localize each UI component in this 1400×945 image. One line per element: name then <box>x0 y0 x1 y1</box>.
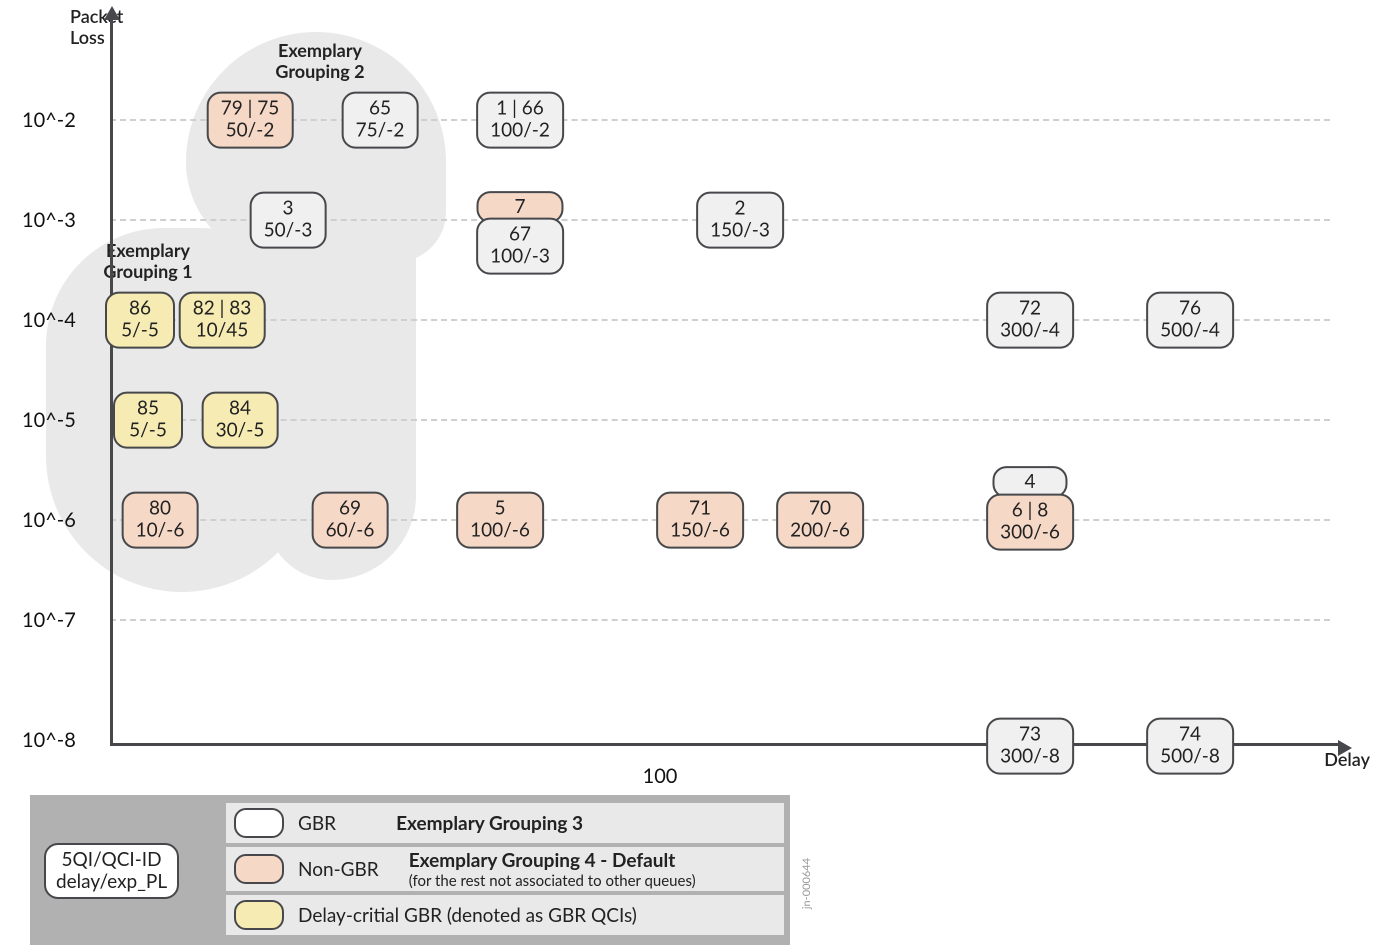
legend-row-nongbr: Non-GBR Exemplary Grouping 4 - Default (… <box>226 847 784 891</box>
node-67: 67100/-3 <box>476 218 564 275</box>
y-tick-label: 10^-6 <box>22 508 66 532</box>
y-axis-arrow-icon <box>104 6 120 20</box>
node-74: 74500/-8 <box>1146 718 1234 775</box>
y-tick-label: 10^-4 <box>22 308 66 332</box>
x-tick-label: 100 <box>643 764 678 788</box>
node-76: 76500/-4 <box>1146 292 1234 349</box>
gridline <box>110 419 1330 421</box>
node-1-66: 1 | 66100/-2 <box>476 92 564 149</box>
legend-label-gbr: GBR <box>298 812 336 835</box>
legend-swatch-gbr <box>234 808 284 838</box>
node-72: 72300/-4 <box>986 292 1074 349</box>
node-80: 8010/-6 <box>122 492 199 549</box>
node-70: 70200/-6 <box>776 492 864 549</box>
legend-label-nongbr: Non-GBR <box>298 858 379 881</box>
legend-panel: 5QI/QCI-IDdelay/exp_PL GBR Exemplary Gro… <box>30 795 790 945</box>
chart-plot-area: ExemplaryGrouping 2 ExemplaryGrouping 1 … <box>70 20 1330 760</box>
legend-label-dcgbr: Delay-critial GBR (denoted as GBR QCIs) <box>298 904 637 927</box>
legend-extra-grouping3: Exemplary Grouping 3 <box>396 812 583 835</box>
legend-swatch-nongbr <box>234 854 284 884</box>
y-axis-line <box>110 15 113 746</box>
grouping-1-label: ExemplaryGrouping 1 <box>88 240 208 281</box>
y-tick-label: 10^-5 <box>22 408 66 432</box>
node-3: 350/-3 <box>250 192 327 249</box>
node-73: 73300/-8 <box>986 718 1074 775</box>
node-82-83: 82 | 8310/45 <box>179 292 266 349</box>
y-tick-label: 10^-2 <box>22 108 66 132</box>
legend-key-node: 5QI/QCI-IDdelay/exp_PL <box>44 843 179 899</box>
y-tick-label: 10^-3 <box>22 208 66 232</box>
legend-row-dcgbr: Delay-critial GBR (denoted as GBR QCIs) <box>226 895 784 935</box>
node-2: 2150/-3 <box>696 192 784 249</box>
grouping-2-label: ExemplaryGrouping 2 <box>250 40 390 81</box>
legend-row-gbr: GBR Exemplary Grouping 3 <box>226 803 784 843</box>
y-tick-label: 10^-7 <box>22 608 66 632</box>
gridline <box>110 619 1330 621</box>
legend-swatch-dcgbr <box>234 900 284 930</box>
legend-extra-grouping4: Exemplary Grouping 4 - Default (for the … <box>409 849 696 890</box>
node-86: 865/-5 <box>105 292 175 349</box>
y-tick-label: 10^-8 <box>22 728 66 752</box>
node-79-75: 79 | 7550/-2 <box>207 92 294 149</box>
node-71: 71150/-6 <box>656 492 744 549</box>
node-6-8: 6 | 8300/-6 <box>986 494 1074 551</box>
image-id-label: jn-000644 <box>800 858 813 909</box>
node-84: 8430/-5 <box>202 392 279 449</box>
node-69: 6960/-6 <box>312 492 389 549</box>
node-65: 6575/-2 <box>342 92 419 149</box>
x-axis-arrow-icon <box>1338 740 1352 756</box>
node-85: 855/-5 <box>113 392 183 449</box>
node-5: 5100/-6 <box>456 492 544 549</box>
